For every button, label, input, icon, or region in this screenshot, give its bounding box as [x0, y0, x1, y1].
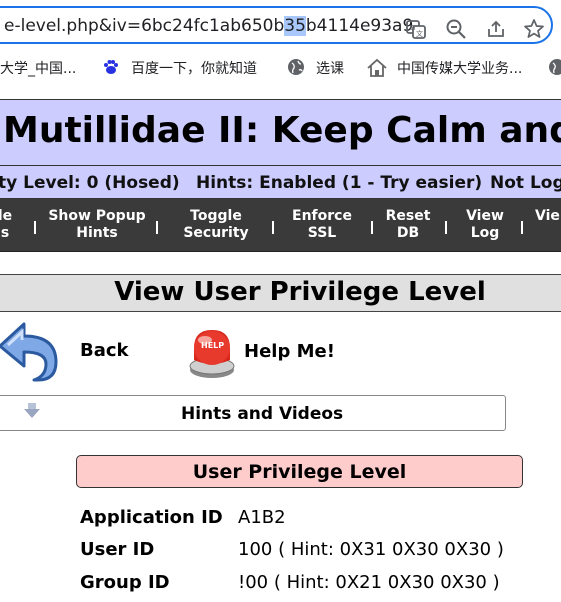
bookmark-item[interactable]: 大学_中国...	[0, 58, 76, 78]
browser-toolbar: e-level.php&iv=6bc24fc1ab650b35b4114e93a…	[0, 0, 561, 50]
application-id-value: A1B2	[238, 507, 286, 528]
down-arrow-icon	[24, 403, 40, 418]
nav-label-line2: Hints	[76, 225, 118, 241]
address-bar[interactable]: e-level.php&iv=6bc24fc1ab650b35b4114e93a…	[0, 6, 553, 44]
site-title: Mutillidae II: Keep Calm and Pwn	[3, 110, 561, 151]
help-me-link[interactable]: HELP Help Me!	[186, 326, 336, 382]
nav-separator	[34, 221, 36, 234]
nav-separator	[156, 221, 158, 234]
security-level-text: ty Level: 0 (Hosed)	[0, 173, 180, 193]
bookmark-item[interactable]: 中国传媒大学业务...	[397, 58, 522, 78]
nav-toggle-security[interactable]: Toggle Security	[176, 208, 256, 242]
privilege-level-title: User Privilege Level	[192, 461, 407, 483]
nav-view-log[interactable]: View Log	[461, 208, 509, 242]
user-id-label: User ID	[80, 539, 155, 560]
site-header: Mutillidae II: Keep Calm and Pwn	[0, 99, 561, 166]
svg-text:文: 文	[416, 29, 423, 38]
bookmarks-bar: 大学_中国... 百度一下，你就知道 选课 中国传媒大学业务...	[0, 50, 561, 86]
hints-label: Hints and Videos	[181, 404, 344, 424]
help-badge-text: HELP	[201, 341, 224, 350]
nav-label-line1: View	[466, 208, 504, 224]
main-nav: le s Show Popup Hints Toggle Security En…	[0, 199, 561, 252]
nav-label-line1: Enforce	[292, 208, 352, 224]
nav-item-cut[interactable]: le s	[0, 208, 18, 242]
translate-icon[interactable]: G 文	[405, 18, 427, 40]
nav-label-line1: Toggle	[190, 208, 242, 224]
hints-and-videos-toggle[interactable]: Hints and Videos	[0, 395, 506, 431]
status-bar: ty Level: 0 (Hosed) Hints: Enabled (1 - …	[0, 166, 561, 199]
url-suffix: b4114e93a9	[305, 16, 414, 36]
nav-enforce-ssl[interactable]: Enforce SSL	[287, 208, 357, 242]
nav-separator	[445, 221, 447, 234]
nav-label-line2: s	[0, 225, 10, 241]
page-title-bar: View User Privilege Level	[0, 274, 561, 312]
bookmark-item[interactable]: 百度一下，你就知道	[131, 58, 257, 78]
page-title: View User Privilege Level	[114, 277, 486, 307]
url-selection: 35	[284, 16, 306, 36]
nav-separator	[371, 221, 373, 234]
back-arrow-icon	[0, 322, 58, 382]
nav-label-line2: DB	[396, 225, 420, 241]
nav-label-line2: SSL	[307, 225, 337, 241]
globe-icon	[549, 59, 561, 75]
url-prefix: e-level.php&iv=6bc24fc1ab650b	[4, 16, 285, 36]
login-status-text: Not Log	[490, 173, 561, 193]
back-label: Back	[80, 340, 129, 361]
help-label: Help Me!	[244, 341, 335, 362]
nav-label-line1: Show Popup	[48, 208, 146, 224]
group-id-value: !00 ( Hint: 0X21 0X30 0X30 )	[238, 572, 500, 593]
group-id-label: Group ID	[80, 572, 170, 593]
nav-show-popup-hints[interactable]: Show Popup Hints	[46, 208, 148, 242]
home-icon	[367, 58, 387, 77]
svg-text:G: G	[410, 24, 415, 32]
nav-label-line2: Security	[183, 225, 249, 241]
nav-reset-db[interactable]: Reset DB	[383, 208, 433, 242]
nav-separator	[272, 221, 274, 234]
help-button-icon: HELP	[189, 330, 235, 378]
baidu-icon	[104, 60, 118, 74]
privilege-level-header: User Privilege Level	[76, 455, 523, 488]
nav-separator	[521, 221, 523, 234]
user-id-value: 100 ( Hint: 0X31 0X30 0X30 )	[238, 539, 504, 560]
application-id-label: Application ID	[80, 507, 223, 528]
zoom-out-icon[interactable]	[445, 18, 467, 40]
bookmark-star-icon[interactable]	[523, 18, 545, 40]
bookmark-item[interactable]: 选课	[316, 58, 344, 78]
hints-status-text: Hints: Enabled (1 - Try easier)	[196, 173, 483, 193]
back-link[interactable]: Back	[0, 318, 130, 384]
nav-view-cut[interactable]: Vie	[535, 208, 561, 225]
globe-icon	[288, 59, 304, 75]
nav-label-line2: Log	[470, 225, 500, 241]
url-text[interactable]: e-level.php&iv=6bc24fc1ab650b35b4114e93a…	[4, 16, 413, 36]
nav-label-line1: Vie	[535, 208, 560, 224]
nav-label-line1: Reset	[385, 208, 431, 224]
share-icon[interactable]	[485, 18, 507, 40]
nav-label-line1: le	[0, 208, 13, 224]
